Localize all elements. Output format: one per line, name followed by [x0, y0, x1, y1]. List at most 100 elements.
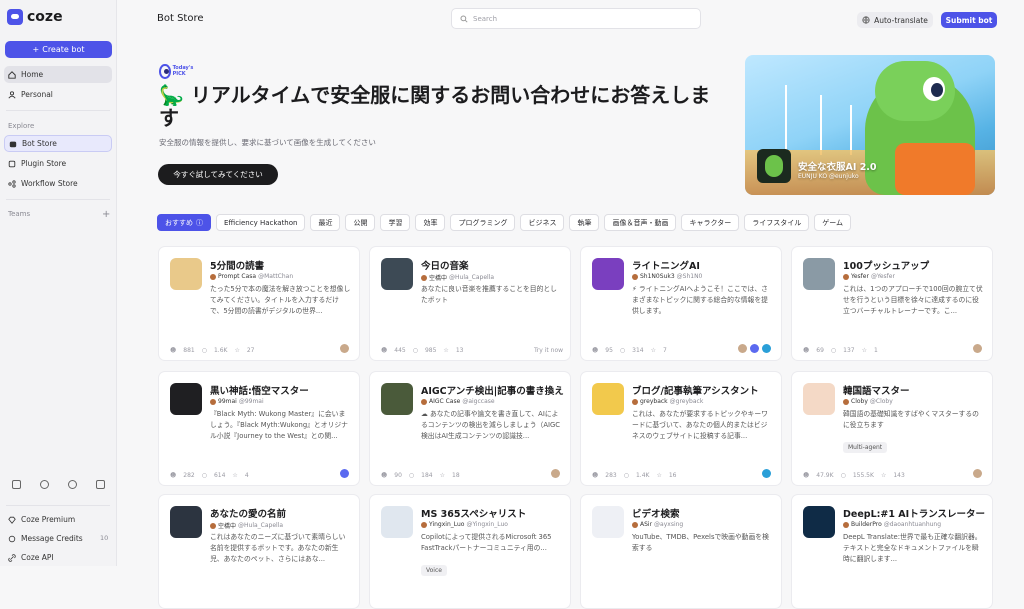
chats-icon: ○ — [201, 347, 207, 354]
author-avatar — [421, 274, 427, 281]
featured-bot-banner[interactable]: 安全な衣服AI 2.0 EUNJU KO @eunjuko — [745, 55, 995, 195]
tab-games[interactable]: ゲーム — [814, 214, 851, 231]
users-count: 881 — [183, 347, 195, 354]
tab-business[interactable]: ビジネス — [520, 214, 565, 231]
play-icon[interactable] — [68, 480, 77, 489]
bot-name: 韓国語マスター — [843, 386, 910, 397]
bot-card[interactable]: ブログ/記事執筆アシスタント greyback @greyback これは、あなたが要… — [580, 371, 782, 486]
bot-avatar — [170, 506, 202, 538]
tab-efficiency[interactable]: 効率 — [415, 214, 446, 231]
tab-lifestyle[interactable]: ライフスタイル — [744, 214, 810, 231]
teams-heading: Teams — [8, 210, 31, 218]
tab-recent[interactable]: 最近 — [310, 214, 341, 231]
try-now-button[interactable]: 今すぐ試してみてください — [158, 164, 278, 185]
dinosaur-pupil — [931, 83, 943, 97]
tab-recommended[interactable]: おすすめ ⓘ — [157, 214, 211, 231]
tab-character[interactable]: キャラクター — [681, 214, 740, 231]
bot-description: たった5分で本の魔法を解き放つことを想像してみてください。タイトルを入力するだけ… — [210, 285, 351, 315]
author-avatar — [632, 521, 638, 528]
bot-card[interactable]: 100プッシュアップ Yesfer @Yesfer これは、1つのアプローチで100回… — [791, 246, 993, 361]
search-input[interactable]: Search — [451, 8, 701, 29]
chats-count: 314 — [632, 347, 644, 354]
sidebar-item-premium[interactable]: Coze Premium — [4, 511, 112, 528]
bot-avatar — [592, 506, 624, 538]
bot-card[interactable]: ビデオ検索 ASir @ayxsing YouTube、TMDB、Pexelsで映画や… — [580, 494, 782, 609]
chats-icon: ○ — [830, 347, 837, 354]
bot-stats: ☻ 881 ○ 1.6K ☆ 27 — [170, 347, 254, 354]
stars-count: 143 — [893, 472, 905, 479]
search-doc-icon[interactable] — [40, 480, 49, 489]
star-icon: ☆ — [861, 347, 867, 354]
users-icon: ☻ — [592, 472, 599, 479]
bot-card[interactable]: MS 365スペシャリスト Yingxin_Luo @Yingxin_Luo Copi… — [369, 494, 571, 609]
sidebar-item-coze-api[interactable]: Coze API — [4, 549, 112, 566]
try-it-now-link[interactable]: Try it now — [534, 347, 563, 354]
create-bot-label: Create bot — [42, 45, 85, 54]
bot-avatar — [803, 258, 835, 290]
author-name: BuilderPro — [851, 521, 882, 528]
auto-translate-button[interactable]: Auto-translate — [857, 12, 933, 28]
author-avatar — [210, 522, 216, 529]
create-bot-button[interactable]: + Create bot — [5, 41, 112, 58]
sidebar-item-workflow-store[interactable]: Workflow Store — [4, 175, 112, 192]
tab-media[interactable]: 画像＆音声・動画 — [604, 214, 677, 231]
submit-bot-button[interactable]: Submit bot — [941, 12, 997, 28]
bot-card[interactable]: AIGCアンチ検出|記事の書き換え AIGC Case @aigccase ☁ あなた… — [369, 371, 571, 486]
bot-card[interactable]: 今日の音楽 空橋中 @Hula_Capella あなたに良い音楽を推薦することを目的と… — [369, 246, 571, 361]
bot-card[interactable]: 5分間の読書 Prompt Casa @MattChan たった5分で本の魔法を解き放… — [158, 246, 360, 361]
users-count: 282 — [183, 472, 195, 479]
tab-efficiency-hackathon[interactable]: Efficiency Hackathon — [216, 214, 306, 231]
tab-writing[interactable]: 執筆 — [569, 214, 600, 231]
hero-title: 🦕 リアルタイムで安全服に関するお問い合わせにお答えします — [159, 83, 711, 130]
message-icon[interactable] — [96, 480, 105, 489]
plugin-icon — [8, 160, 16, 167]
header: Bot Store Search Auto-translate Submit b… — [117, 0, 1024, 40]
document-icon[interactable] — [12, 480, 21, 489]
page-title: Bot Store — [157, 13, 204, 24]
bot-card[interactable]: DeepL:#1 AIトランスレーター BuilderPro @daoanhtuan… — [791, 494, 993, 609]
bot-author: 空橋中 @Hula_Capella — [421, 273, 494, 282]
tab-learning[interactable]: 学習 — [380, 214, 411, 231]
explore-heading: Explore — [8, 122, 35, 130]
tab-programming[interactable]: プログラミング — [450, 214, 516, 231]
platform-icons — [340, 344, 349, 353]
bot-description: YouTube、TMDB、Pexelsで映画や動画を検索する — [632, 533, 769, 552]
sidebar-item-message-credits[interactable]: Message Credits — [4, 530, 112, 547]
bot-card[interactable]: ライトニングAI Sh1N0Suk3 @Sh1N0 ⚡ ライトニングAIへようこそ！こ… — [580, 246, 782, 361]
bot-card[interactable]: 韓国語マスター Cloby @Cloby 韓国語の基礎知識をすばやくマスターするのに役… — [791, 371, 993, 486]
bot-author: greyback @greyback — [632, 398, 703, 405]
bot-avatar — [803, 383, 835, 415]
bot-avatar — [381, 506, 413, 538]
sidebar-item-bot-store[interactable]: Bot Store — [4, 135, 112, 152]
sidebar-item-home[interactable]: Home — [4, 66, 112, 83]
chats-count: 184 — [421, 472, 433, 479]
author-name: ASir — [640, 521, 653, 528]
author-handle: @Cloby — [869, 398, 893, 405]
sidebar: coze + Create bot Home Personal Explore … — [0, 0, 117, 566]
tab-public[interactable]: 公開 — [345, 214, 376, 231]
sidebar-item-plugin-store[interactable]: Plugin Store — [4, 155, 112, 172]
divider — [6, 110, 110, 111]
users-icon: ☻ — [592, 347, 599, 354]
bot-description: これは、1つのアプローチで100回の腕立て伏せを行うという目標を徐々に達成するの… — [843, 285, 983, 315]
bot-card[interactable]: あなたの愛の名前 空橋中 @Hula_Capella これはあなたのニーズに基づいて素… — [158, 494, 360, 609]
auto-translate-label: Auto-translate — [874, 15, 928, 25]
platform-icon — [973, 469, 982, 478]
bot-name: 100プッシュアップ — [843, 261, 930, 272]
chats-icon: ○ — [619, 347, 626, 354]
bot-name: DeepL:#1 AIトランスレーター — [843, 509, 985, 520]
sidebar-item-personal[interactable]: Personal — [4, 86, 112, 103]
bot-icon — [9, 141, 17, 147]
sidebar-item-label: Plugin Store — [21, 159, 67, 168]
chats-icon: ○ — [408, 472, 415, 479]
author-handle: @Sh1N0 — [676, 273, 703, 280]
logo[interactable]: coze — [7, 9, 63, 25]
platform-icon — [973, 344, 982, 353]
sidebar-item-label: Bot Store — [22, 139, 57, 148]
bot-stats: ☻ 47.9K ○ 155.5K ☆ 143 — [803, 472, 905, 479]
bot-card[interactable]: 黒い神話:悟空マスター 99mai @99mai 『Black Myth: Wukon… — [158, 371, 360, 486]
add-team-icon[interactable]: + — [102, 209, 110, 220]
platform-icons — [762, 469, 771, 478]
bot-name: AIGCアンチ検出|記事の書き換え — [421, 386, 564, 397]
users-count: 69 — [816, 347, 824, 354]
